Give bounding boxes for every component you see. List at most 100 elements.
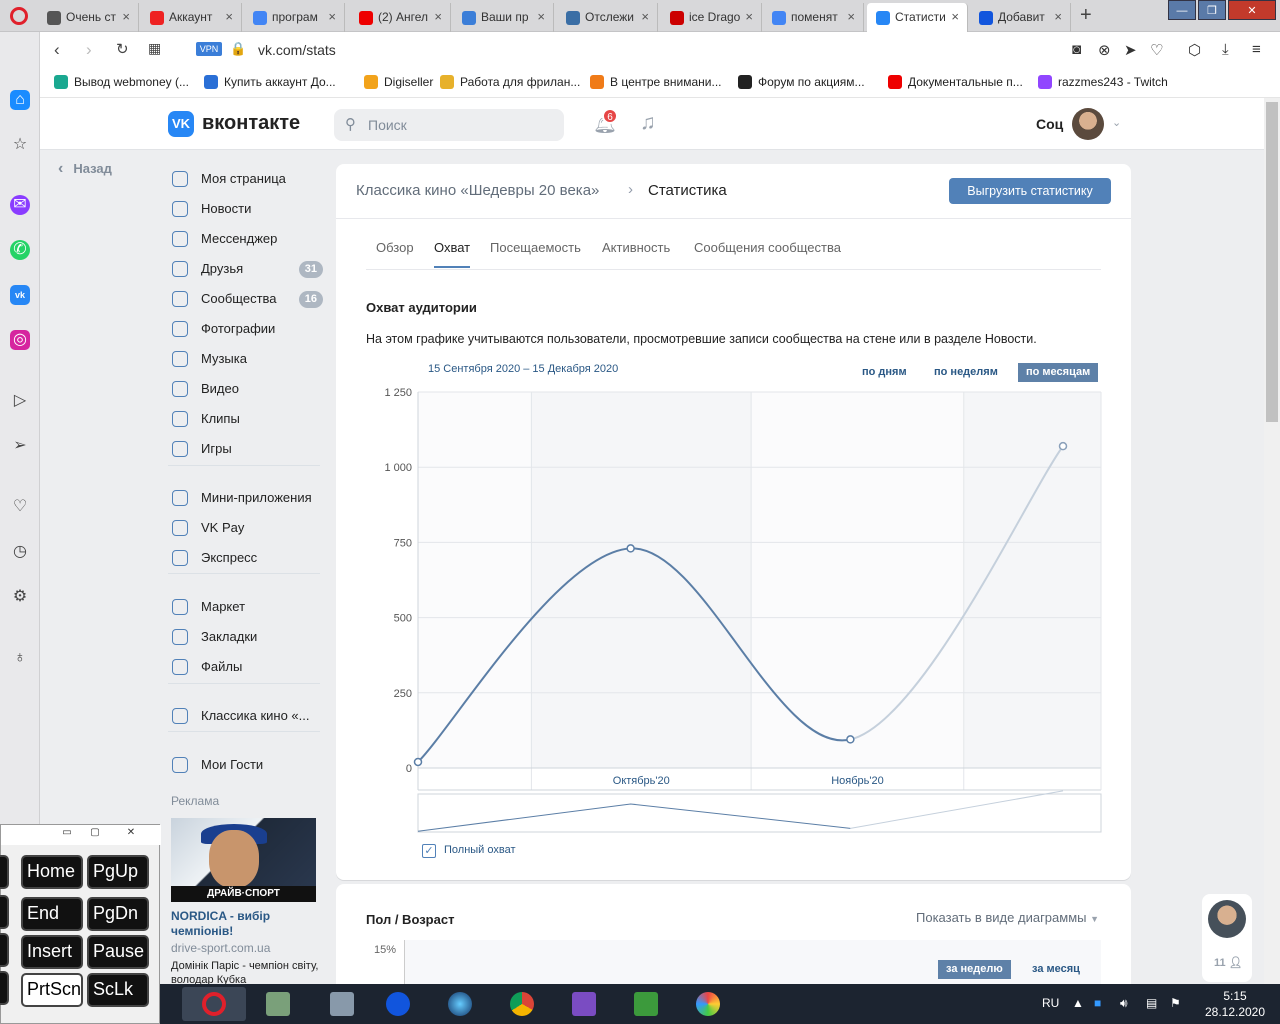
data-point[interactable] xyxy=(413,757,423,767)
sidebar-item-video[interactable]: Видео xyxy=(168,375,323,403)
osk-key[interactable]: ScLk xyxy=(87,973,149,1007)
close-tab-icon[interactable]: × xyxy=(434,9,442,24)
sidebar-item-message[interactable]: Мессенджер xyxy=(168,225,323,253)
legend-checkbox[interactable]: ✓ xyxy=(422,844,436,858)
heart-sidebar-icon[interactable]: ♡ xyxy=(10,497,30,517)
osk-close-icon[interactable]: ✕ xyxy=(121,827,141,841)
taskbar-keyboard[interactable] xyxy=(310,987,374,1021)
taskbar-visualstudio[interactable] xyxy=(552,987,616,1021)
forward-arrow-icon[interactable]: › xyxy=(86,40,92,60)
download-icon[interactable]: ⤓ xyxy=(1222,41,1229,58)
vk-sidebar-icon[interactable]: vk xyxy=(10,285,30,305)
restore-window-button[interactable]: ❐ xyxy=(1198,0,1226,20)
sidebar-item-games[interactable]: Игры xyxy=(168,435,323,463)
home-icon[interactable]: ⌂ xyxy=(10,90,30,110)
music-note-icon[interactable]: ♫ xyxy=(640,111,656,135)
messenger-icon[interactable]: ✉ xyxy=(10,195,30,215)
browser-tab[interactable]: Статисти × xyxy=(867,3,968,32)
whatsapp-icon[interactable]: ✆ xyxy=(10,240,30,260)
period-button-1[interactable]: по неделям xyxy=(926,363,1006,382)
tab-0[interactable]: Обзор xyxy=(376,240,414,255)
osk-key-partial[interactable] xyxy=(0,895,9,929)
bookmark-item[interactable]: Работа для фрилан... xyxy=(440,75,580,89)
send-sidebar-icon[interactable]: ➢ xyxy=(10,436,30,456)
range-navigator[interactable] xyxy=(417,793,1102,833)
close-tab-icon[interactable]: × xyxy=(122,9,130,24)
sidebar-item-friends[interactable]: Друзья 31 xyxy=(168,255,323,283)
tab-1[interactable]: Охват xyxy=(434,240,471,268)
tab-4[interactable]: Сообщения сообщества xyxy=(694,240,841,255)
language-indicator[interactable]: RU xyxy=(1042,996,1059,1010)
breadcrumb-community[interactable]: Классика кино «Шедевры 20 века» xyxy=(356,182,599,199)
date-range[interactable]: 15 Сентября 2020 – 15 Декабря 2020 xyxy=(428,363,618,375)
ad-title[interactable]: NORDICA - вибір чемпіонів! xyxy=(171,909,321,939)
taskbar-clock[interactable]: 5:15 28.12.2020 xyxy=(1200,988,1270,1020)
flag-icon[interactable]: ⚑ xyxy=(1170,996,1181,1010)
bookmark-item[interactable]: razzmes243 - Twitch xyxy=(1038,75,1168,89)
vk-logo-icon[interactable]: VK xyxy=(168,111,194,137)
sidebar-item-community[interactable]: Классика кино «... xyxy=(168,702,323,730)
search-input[interactable]: ⚲ Поиск xyxy=(334,109,564,141)
browser-tab[interactable]: Ваши пр × xyxy=(453,3,554,32)
tabs-grid-icon[interactable]: ▦ xyxy=(148,40,161,57)
close-tab-icon[interactable]: × xyxy=(225,9,233,24)
close-tab-icon[interactable]: × xyxy=(1054,9,1062,24)
tab-3[interactable]: Активность xyxy=(602,240,670,255)
osk-key-partial[interactable] xyxy=(0,971,9,1005)
page-scrollbar[interactable] xyxy=(1264,98,1280,988)
sidebar-item-bookmark[interactable]: Закладки xyxy=(168,623,323,651)
osk-key[interactable]: Pause xyxy=(87,935,149,969)
network-icon[interactable]: ▤ xyxy=(1146,996,1157,1010)
scrollbar-thumb[interactable] xyxy=(1266,102,1278,422)
browser-tab[interactable]: Добавит × xyxy=(970,3,1071,32)
new-tab-button[interactable]: + xyxy=(1080,4,1092,27)
sidebar-item-user[interactable]: Моя страница xyxy=(168,165,323,193)
bookmark-item[interactable]: Документальные п... xyxy=(888,75,1023,89)
instagram-icon[interactable]: ◎ xyxy=(10,330,30,350)
browser-tab[interactable]: поменят × xyxy=(763,3,864,32)
ad-image[interactable]: ДРАЙВ·СПОРТ xyxy=(171,818,316,902)
osk-key[interactable]: PgDn xyxy=(87,897,149,931)
browser-tab[interactable]: Очень ст × xyxy=(38,3,139,32)
star-icon[interactable]: ☆ xyxy=(10,135,30,155)
player-icon[interactable]: ▷ xyxy=(10,391,30,411)
close-tab-icon[interactable]: × xyxy=(537,9,545,24)
menu-icon[interactable]: ≡ xyxy=(1252,41,1261,58)
legend-label[interactable]: Полный охват xyxy=(444,844,516,856)
chevron-down-icon[interactable]: ⌄ xyxy=(1112,116,1121,129)
taskbar-media[interactable] xyxy=(614,987,678,1021)
data-point[interactable] xyxy=(626,544,635,553)
osk-minimize-icon[interactable]: ▭ xyxy=(57,827,77,841)
browser-tab[interactable]: (2) Ангел × xyxy=(350,3,451,32)
sidebar-item-files[interactable]: Файлы xyxy=(168,653,323,681)
close-tab-icon[interactable]: × xyxy=(328,9,336,24)
sidebar-item-market[interactable]: Маркет xyxy=(168,593,323,621)
export-stats-button[interactable]: Выгрузить статистику xyxy=(949,178,1111,204)
ad-domain[interactable]: drive-sport.com.ua xyxy=(171,941,270,955)
sidebar-item-music[interactable]: Музыка xyxy=(168,345,323,373)
sidebar-item-express[interactable]: Экспресс xyxy=(168,544,323,572)
url-field[interactable]: vk.com/stats xyxy=(258,42,336,58)
settings-gear-icon[interactable]: ⚙ xyxy=(10,587,30,607)
volume-icon[interactable]: 🔊︎ xyxy=(1120,996,1128,1011)
osk-key-partial[interactable] xyxy=(0,855,9,889)
data-point[interactable] xyxy=(1058,441,1068,451)
close-tab-icon[interactable]: × xyxy=(847,9,855,24)
opera-logo-icon[interactable] xyxy=(10,7,28,25)
taskbar-globe[interactable] xyxy=(428,987,492,1021)
close-tab-icon[interactable]: × xyxy=(951,9,959,24)
tray-app-icon[interactable]: ■ xyxy=(1094,996,1101,1010)
chat-avatar[interactable] xyxy=(1208,900,1246,938)
taskbar-paint[interactable] xyxy=(676,987,740,1021)
sidebar-item-clips[interactable]: Клипы xyxy=(168,405,323,433)
bookmark-item[interactable]: Форум по акциям... xyxy=(738,75,865,89)
taskbar-opera[interactable] xyxy=(182,987,246,1021)
minimize-window-button[interactable]: — xyxy=(1168,0,1196,20)
sidebar-item-guests[interactable]: Мои Гости xyxy=(168,751,323,779)
browser-tab[interactable]: Аккаунт × xyxy=(141,3,242,32)
osk-restore-icon[interactable]: ▢ xyxy=(85,827,105,841)
vpn-badge[interactable]: VPN xyxy=(196,42,222,56)
period-button-2[interactable]: по месяцам xyxy=(1018,363,1099,382)
tray-arrow-icon[interactable]: ▲ xyxy=(1072,996,1084,1010)
close-window-button[interactable]: ✕ xyxy=(1228,0,1276,20)
